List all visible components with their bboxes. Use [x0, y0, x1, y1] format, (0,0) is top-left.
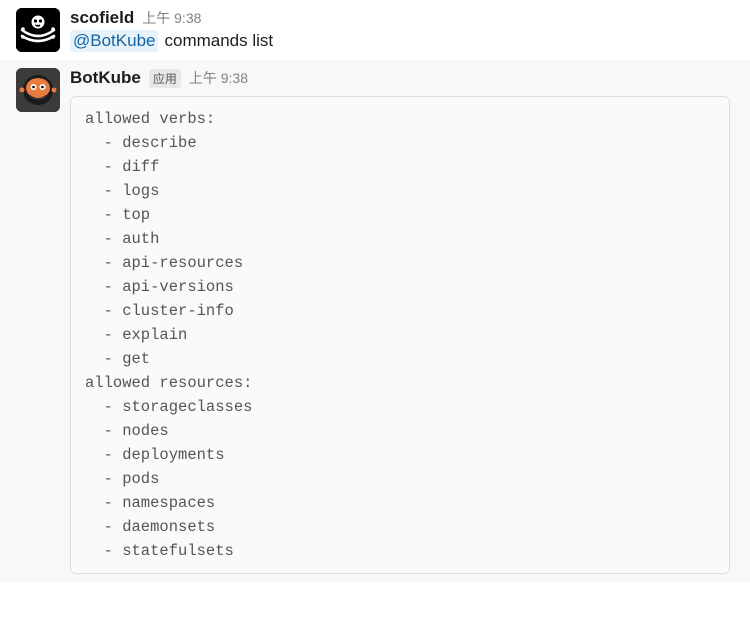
username[interactable]: BotKube — [70, 68, 141, 88]
message-text: commands list — [164, 31, 273, 51]
message-content: BotKube 应用 上午 9:38 allowed verbs: - desc… — [70, 68, 730, 574]
message-header: BotKube 应用 上午 9:38 — [70, 68, 730, 88]
username[interactable]: scofield — [70, 8, 134, 28]
message-header: scofield 上午 9:38 — [70, 8, 730, 28]
app-badge: 应用 — [149, 69, 181, 88]
bot-icon — [16, 68, 60, 112]
code-block: allowed verbs: - describe - diff - logs … — [70, 96, 730, 574]
timestamp: 上午 9:38 — [189, 68, 248, 88]
message-content: scofield 上午 9:38 @BotKube commands list — [70, 8, 730, 52]
message-body: @BotKube commands list — [70, 30, 730, 52]
pirate-icon — [16, 8, 60, 52]
message-user: scofield 上午 9:38 @BotKube commands list — [0, 0, 750, 60]
message-bot: BotKube 应用 上午 9:38 allowed verbs: - desc… — [0, 60, 750, 582]
avatar-scofield[interactable] — [16, 8, 60, 52]
timestamp: 上午 9:38 — [142, 8, 201, 28]
mention[interactable]: @BotKube — [70, 30, 158, 52]
avatar-botkube[interactable] — [16, 68, 60, 112]
